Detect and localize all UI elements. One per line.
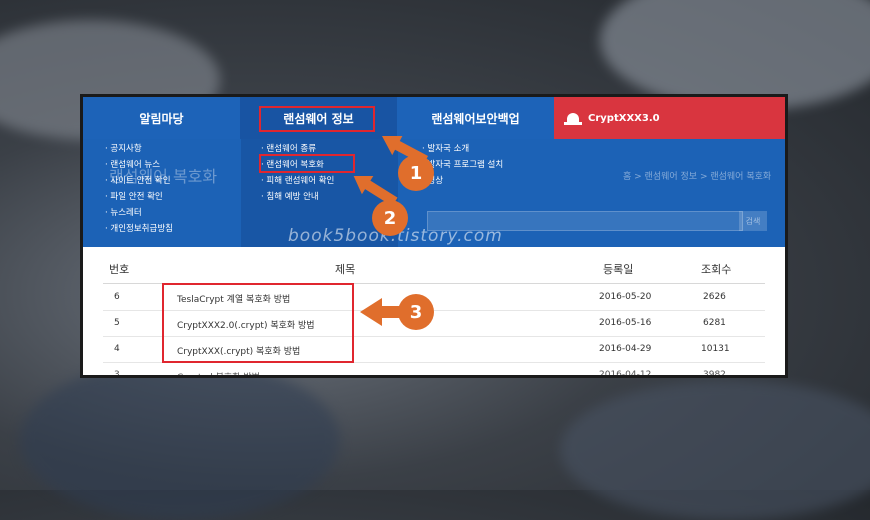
nav-item-notice[interactable]: 알림마당: [83, 97, 240, 139]
menu-item[interactable]: · 개인정보취급방침: [105, 221, 173, 237]
menu-item[interactable]: · 사이트 안전 확인: [105, 173, 173, 189]
header-no: 번호: [109, 263, 130, 276]
search-button[interactable]: 검색: [739, 211, 767, 231]
top-nav: 알림마당 랜섬웨어 정보 랜섬웨어보안백업 CryptXXX3.0: [83, 97, 785, 139]
breadcrumb: 홈 > 랜섬웨어 정보 > 랜섬웨어 복호화: [623, 172, 772, 182]
menu-item[interactable]: · 랜섬웨어 뉴스: [105, 157, 173, 173]
table-row[interactable]: 3 Cryptod 복호화 방법 2016-04-12 3982: [103, 362, 765, 375]
background-blur: [20, 360, 340, 520]
menu-item[interactable]: · 뉴스레터: [105, 205, 173, 221]
highlight-box-decryption: [259, 154, 355, 173]
nav-item-backup[interactable]: 랜섬웨어보안백업: [397, 97, 554, 139]
highlight-box-rows: [162, 283, 354, 363]
menu-item[interactable]: · 공지사항: [105, 141, 173, 157]
post-title-link[interactable]: Cryptod 복호화 방법: [177, 370, 260, 375]
annotation-badge-2: 2: [372, 200, 408, 236]
menu-column-notice: · 공지사항 · 랜섬웨어 뉴스 · 사이트 안전 확인 · 파일 안전 확인 …: [105, 141, 173, 237]
siren-icon: [564, 111, 582, 125]
header-date: 등록일: [603, 263, 634, 276]
nav-item-cryptxxx[interactable]: CryptXXX3.0: [554, 97, 785, 139]
annotation-badge-3: 3: [398, 294, 434, 330]
header-title: 제목: [335, 263, 356, 276]
table-header: 번호 제목 등록일 조회수: [103, 255, 765, 284]
header-views: 조회수: [701, 263, 732, 276]
background-blur: [560, 380, 870, 520]
menu-item[interactable]: · 파일 안전 확인: [105, 189, 173, 205]
highlight-box-nav: [259, 106, 375, 132]
